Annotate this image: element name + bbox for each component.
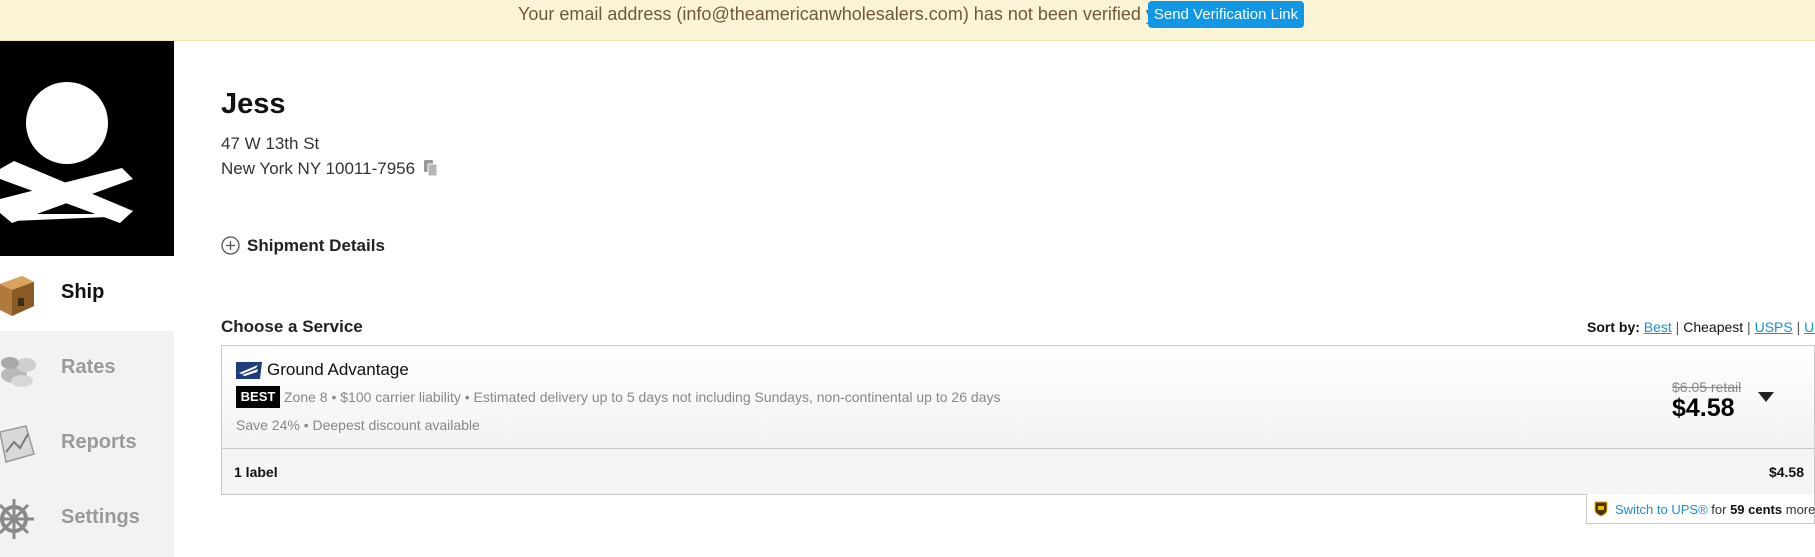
service-option-ground-advantage[interactable]: Ground Advantage BEST Zone 8 • $100 carr… (221, 345, 1815, 449)
logo[interactable] (0, 41, 174, 256)
sidebar-item-label: Rates (61, 356, 116, 378)
service-name: Ground Advantage (267, 360, 409, 379)
sort-option-cheapest[interactable]: Cheapest (1683, 319, 1743, 335)
sidebar-item-reports[interactable]: Reports (0, 406, 174, 481)
usps-eagle-icon (236, 362, 262, 379)
sort-by-control: Sort by: Best | Cheapest | USPS | UPS (1587, 319, 1815, 335)
sidebar-item-label: Ship (61, 281, 105, 303)
label-count: 1 label (234, 464, 278, 480)
service-savings: Save 24% • Deepest discount available (236, 417, 480, 433)
switch-carrier-box: Switch to UPS® for 59 cents more (1586, 494, 1815, 524)
recipient-name: Jess (221, 88, 286, 120)
switch-carrier-text: Switch to UPS® for 59 cents more (1615, 502, 1815, 517)
sort-option-best[interactable]: Best (1644, 319, 1672, 335)
sidebar-item-label: Settings (61, 506, 140, 528)
sidebar-item-label: Reports (61, 431, 137, 453)
address-line-1: 47 W 13th St (221, 134, 320, 153)
sidebar-item-ship[interactable]: Ship (0, 256, 174, 331)
ship-wheel-icon (0, 499, 34, 539)
label-total: $4.58 (1768, 464, 1804, 480)
sort-option-usps[interactable]: USPS (1755, 319, 1793, 335)
best-badge: BEST (236, 386, 280, 408)
sidebar-item-rates[interactable]: Rates (0, 331, 174, 406)
address-line-2: New York NY 10011-7956 (221, 159, 416, 178)
service-price: $4.58 (1672, 394, 1735, 422)
switch-mid-text: for (1707, 502, 1731, 517)
switch-tail-text: more (1782, 502, 1815, 517)
switch-to-ups-link[interactable]: Switch to UPS® (1615, 502, 1708, 517)
sort-by-label: Sort by: (1587, 319, 1640, 335)
sort-option-ups[interactable]: UPS (1804, 319, 1815, 335)
clipboard-icon[interactable] (422, 159, 440, 177)
choose-service-title: Choose a Service (221, 317, 363, 336)
banner-message: Your email address (info@theamericanwhol… (518, 4, 1175, 24)
service-info: Zone 8 • $100 carrier liability • Estima… (284, 389, 1001, 405)
report-icon (0, 425, 35, 463)
chevron-down-icon[interactable] (1758, 392, 1774, 402)
coins-icon (1, 357, 36, 387)
shipment-details-label: Shipment Details (247, 236, 385, 255)
sidebar-item-settings[interactable]: Settings (0, 481, 174, 556)
sidebar: Ship Rates Reports Settings (0, 41, 174, 557)
labels-summary-row: 1 label $4.58 (221, 449, 1815, 495)
package-icon (0, 276, 34, 316)
send-verification-button[interactable]: Send Verification Link (1148, 1, 1304, 28)
plus-circle-icon (221, 236, 240, 255)
switch-amount: 59 cents (1730, 502, 1783, 517)
skull-crossbones-icon (0, 82, 133, 223)
verification-banner: Your email address (info@theamericanwhol… (0, 0, 1815, 41)
ups-shield-icon (1594, 501, 1608, 517)
